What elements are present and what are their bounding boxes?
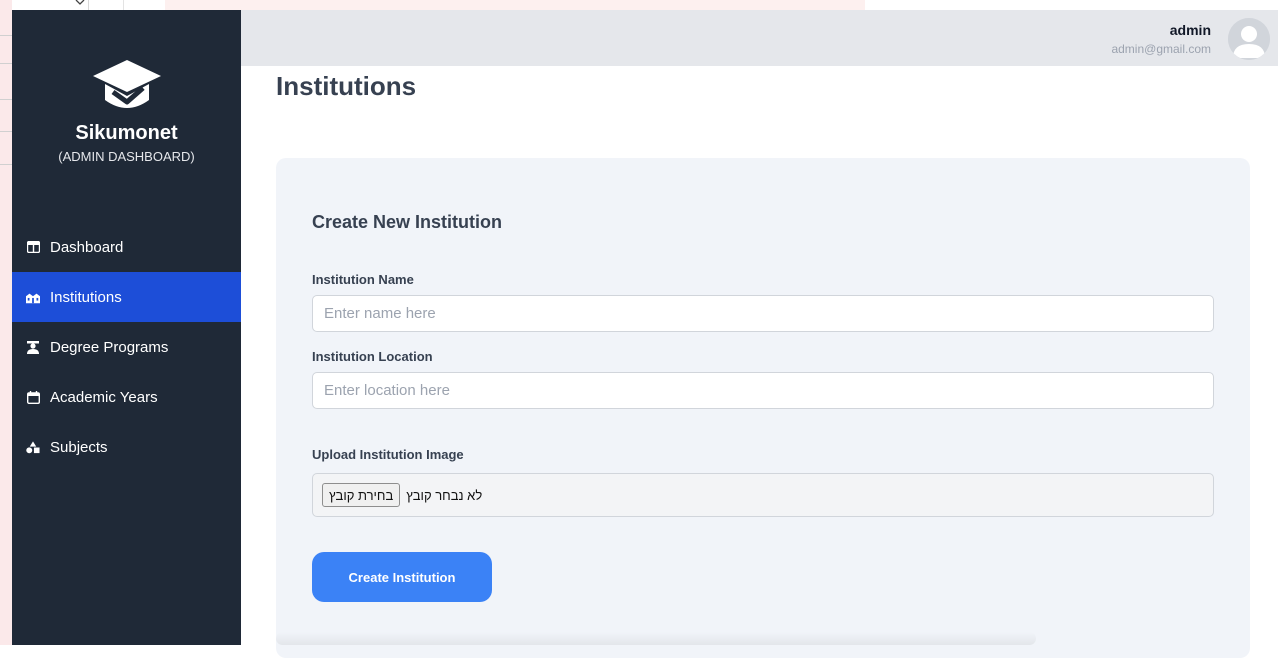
card-shadow (276, 632, 1036, 645)
institution-location-input[interactable] (312, 372, 1214, 409)
chevron-down-icon (74, 0, 86, 8)
background-divider (0, 99, 12, 100)
choose-file-button[interactable]: בחירת קובץ (322, 483, 401, 507)
sidebar: Sikumonet (ADMIN DASHBOARD) Dashboard In… (12, 10, 241, 645)
background-divider (0, 164, 12, 165)
brand-subtitle: (ADMIN DASHBOARD) (58, 149, 195, 164)
graduation-cap-logo-icon (12, 58, 241, 114)
background-divider (88, 0, 89, 10)
institution-location-label: Institution Location (312, 349, 433, 364)
background-left-strip (0, 0, 12, 645)
file-upload-field: בחירת קובץ לא נבחר קובץ (312, 473, 1214, 517)
sidebar-item-label: Academic Years (50, 388, 158, 406)
sidebar-item-subjects[interactable]: Subjects (12, 422, 241, 472)
background-top-tint (165, 0, 865, 10)
sidebar-item-label: Degree Programs (50, 338, 169, 356)
page-title: Institutions (276, 71, 417, 101)
user-email: admin@gmail.com (1111, 42, 1211, 56)
background-divider (0, 131, 12, 132)
sidebar-item-institutions[interactable]: Institutions (12, 272, 241, 322)
institution-name-label: Institution Name (312, 272, 414, 287)
create-institution-button[interactable]: Create Institution (312, 552, 492, 602)
avatar[interactable] (1228, 18, 1270, 60)
graduate-icon (26, 340, 40, 354)
sidebar-item-label: Institutions (50, 288, 122, 306)
building-icon (26, 290, 40, 304)
top-bar: admin admin@gmail.com (241, 10, 1278, 66)
form-title: Create New Institution (312, 212, 503, 232)
user-name: admin (1169, 22, 1211, 38)
create-institution-card: Create New Institution Institution Name … (276, 158, 1250, 658)
shapes-icon (26, 440, 40, 454)
sidebar-item-degree-programs[interactable]: Degree Programs (12, 322, 241, 372)
file-status-text: לא נבחר קובץ (406, 487, 483, 503)
sidebar-item-academic-years[interactable]: Academic Years (12, 372, 241, 422)
sidebar-nav: Dashboard Institutions Degree Programs A… (12, 222, 241, 472)
brand-name: Sikumonet (75, 122, 178, 144)
institution-name-input[interactable] (312, 295, 1214, 332)
upload-image-label: Upload Institution Image (312, 447, 464, 462)
table-icon (26, 240, 40, 254)
sidebar-item-dashboard[interactable]: Dashboard (12, 222, 241, 272)
sidebar-item-label: Subjects (50, 438, 108, 456)
user-avatar-icon (1228, 18, 1270, 60)
calendar-icon (26, 390, 40, 404)
background-divider (0, 35, 12, 36)
background-divider (0, 63, 12, 64)
sidebar-item-label: Dashboard (50, 238, 124, 256)
background-divider (123, 0, 124, 10)
